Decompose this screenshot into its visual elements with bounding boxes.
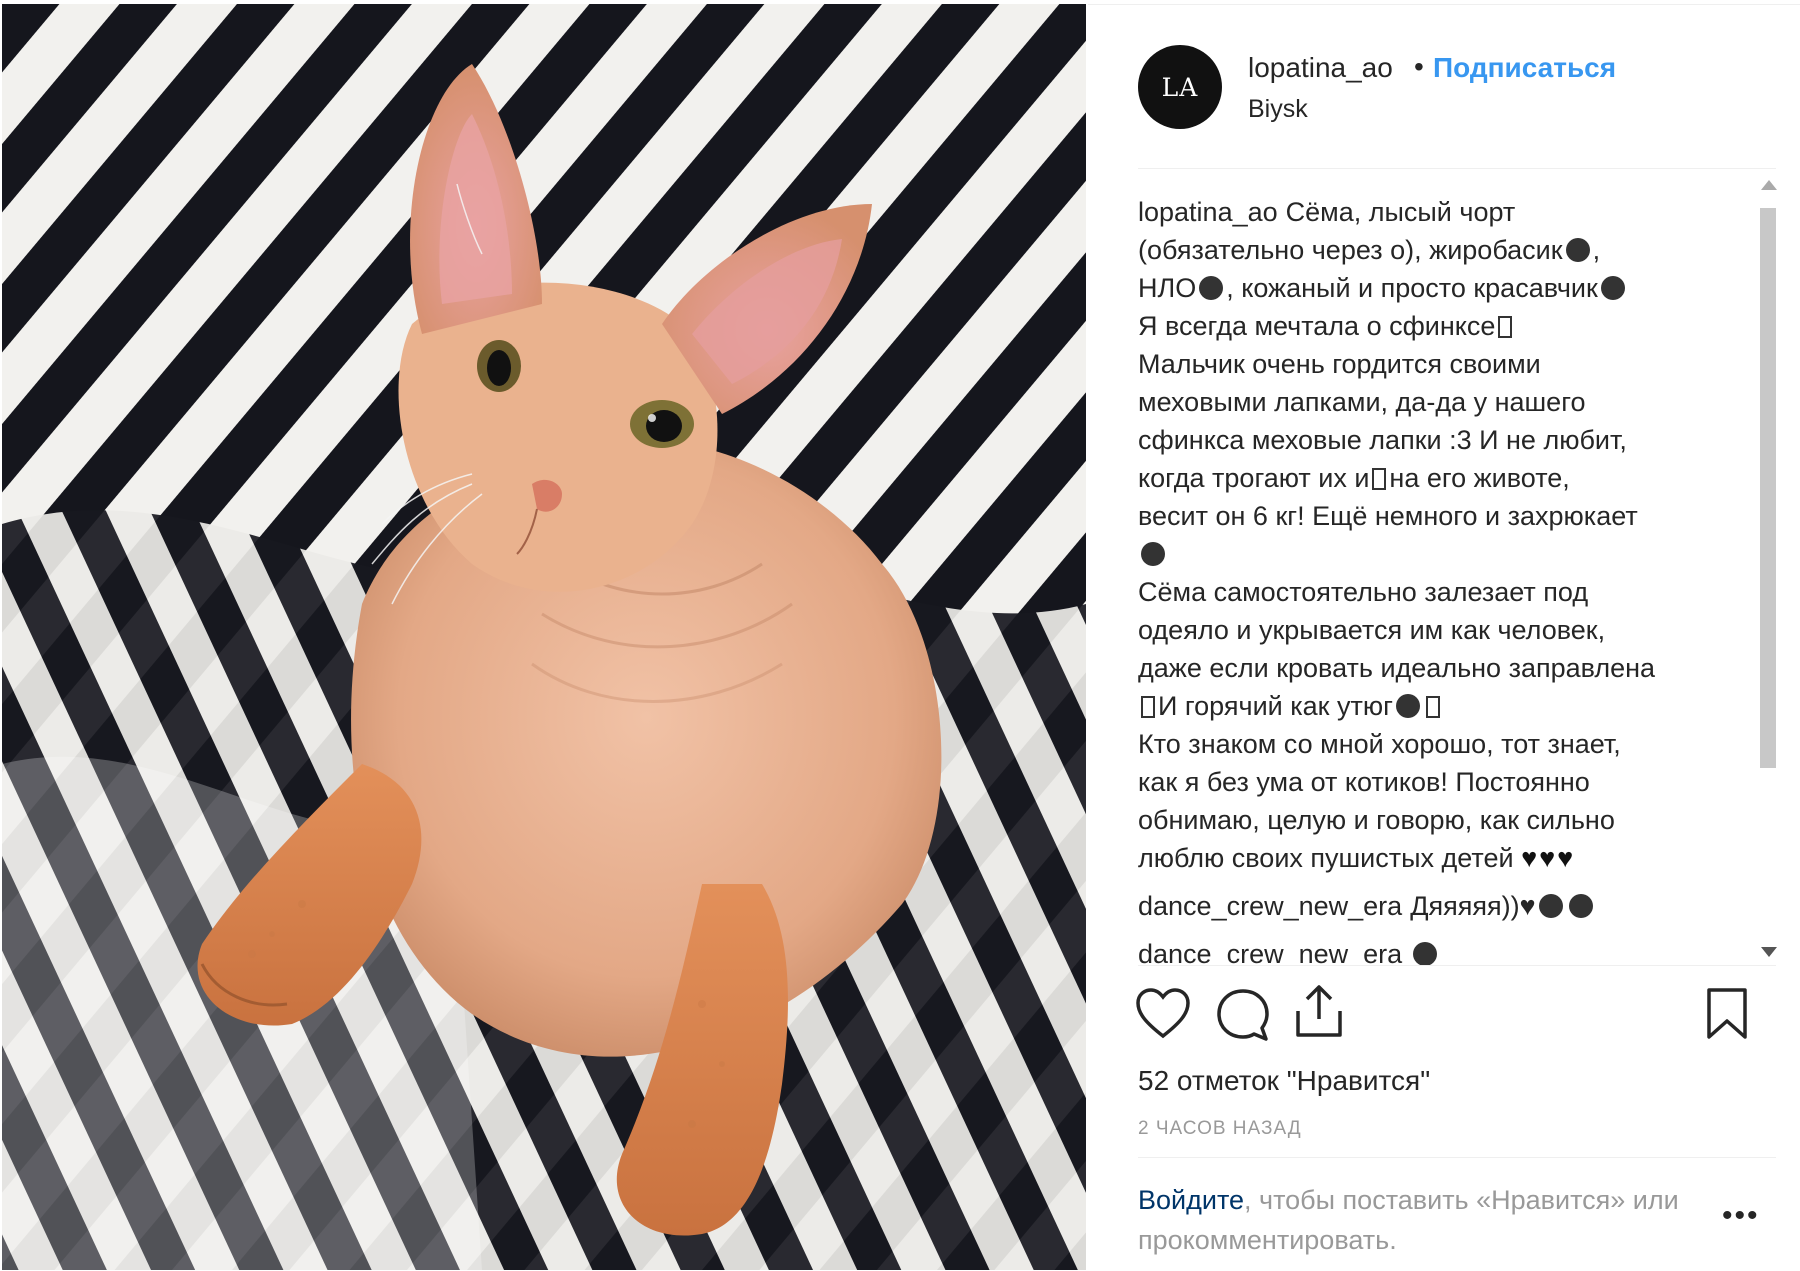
caption-line: весит он 6 кг! Ещё немного и захрюкает	[1138, 501, 1638, 531]
comment-username[interactable]: dance_crew_new_era	[1138, 939, 1402, 966]
actions-divider	[1138, 965, 1776, 966]
caption-line: даже если кровать идеально заправлена	[1138, 653, 1656, 683]
hearts-emoji: ♥♥♥	[1521, 843, 1576, 873]
post-side-panel: LA lopatina_ao • Подписаться Biysk lopat…	[1088, 4, 1800, 1271]
fire-emoji-icon	[1568, 894, 1593, 918]
comment-icon[interactable]	[1216, 988, 1270, 1042]
pig-emoji-icon	[1141, 542, 1165, 566]
header-divider	[1138, 168, 1776, 169]
scroll-down-arrow-icon[interactable]	[1761, 947, 1777, 957]
avatar-initials: LA	[1161, 72, 1199, 102]
laugh-emoji-icon	[1413, 942, 1438, 966]
header-username[interactable]: lopatina_ao	[1248, 52, 1393, 84]
caption-username[interactable]: lopatina_ao	[1138, 197, 1278, 227]
fire-emoji-icon	[1395, 694, 1420, 718]
comment: dance_crew_new_era Дяяяяя))♥	[1138, 887, 1718, 925]
caption-line: обнимаю, целую и говорю, как сильно	[1138, 805, 1615, 835]
caption-line: lopatina_ao Сёма, лысый чорт	[1138, 197, 1516, 227]
bookmark-icon[interactable]	[1705, 987, 1749, 1041]
avatar[interactable]: LA	[1138, 45, 1222, 129]
share-icon[interactable]	[1294, 983, 1344, 1039]
missing-glyph-icon	[1372, 468, 1387, 490]
caption-line: одеяло и укрывается им как человек,	[1138, 615, 1606, 645]
caption: lopatina_ao Сёма, лысый чорт (обязательно…	[1138, 193, 1718, 877]
comments-list[interactable]: lopatina_ao Сёма, лысый чорт (обязательно…	[1138, 193, 1718, 966]
footer-divider	[1138, 1157, 1776, 1158]
caption-line: Кто знаком со мной хорошо, тот знает,	[1138, 729, 1621, 759]
header-separator: •	[1414, 51, 1424, 82]
heart-icon[interactable]	[1135, 988, 1191, 1040]
missing-glyph-icon	[1141, 696, 1155, 718]
comment-username[interactable]: dance_crew_new_era	[1138, 891, 1402, 921]
sphynx-cat-photo	[2, 4, 1086, 1270]
login-link[interactable]: Войдите	[1138, 1185, 1244, 1215]
caption-line: НЛО, кожаный и просто красавчик	[1138, 273, 1628, 303]
caption-line: Сёма самостоятельно залезает под	[1138, 577, 1589, 607]
caption-line: когда трогают их и на его животе,	[1138, 463, 1570, 493]
missing-glyph-icon	[1425, 696, 1440, 718]
missing-glyph-icon	[1498, 316, 1513, 338]
ghost-emoji-icon	[1565, 238, 1590, 262]
caption-line: люблю своих пушистых детей ♥♥♥	[1138, 843, 1576, 873]
post-photo[interactable]	[2, 4, 1086, 1270]
scroll-up-arrow-icon[interactable]	[1761, 180, 1777, 190]
comment: dance_crew_new_era	[1138, 935, 1718, 966]
caption-line: меховыми лапками, да-да у нашего	[1138, 387, 1586, 417]
caption-line: (обязательно через о), жиробасик,	[1138, 235, 1601, 265]
follow-button[interactable]: Подписаться	[1433, 52, 1616, 84]
comment-text: Дяяяяя))♥	[1410, 891, 1536, 921]
post-window: LA lopatina_ao • Подписаться Biysk lopat…	[0, 0, 1800, 1271]
caption-line: Я всегда мечтала о сфинксе	[1138, 311, 1515, 341]
scrollbar-thumb[interactable]	[1760, 208, 1776, 768]
caption-line: как я без ума от котиков! Постоянно	[1138, 767, 1590, 797]
login-prompt: Войдите, чтобы поставить «Нравится» или …	[1138, 1180, 1698, 1260]
caption-line	[1138, 539, 1168, 569]
likes-count[interactable]: 52 отметок "Нравится"	[1138, 1065, 1430, 1097]
caption-line: Мальчик очень гордится своими	[1138, 349, 1541, 379]
post-time[interactable]: 2 ЧАСОВ НАЗАД	[1138, 1118, 1302, 1140]
location-link[interactable]: Biysk	[1248, 95, 1308, 124]
caption-line: И горячий как утюг	[1138, 691, 1443, 721]
alien-emoji-icon	[1199, 276, 1224, 300]
caption-line: сфинкса меховые лапки :3 И не любит,	[1138, 425, 1627, 455]
more-options-icon[interactable]: •••	[1722, 1199, 1760, 1233]
sunglasses-emoji-icon	[1600, 276, 1625, 300]
smile-emoji-icon	[1538, 894, 1563, 918]
